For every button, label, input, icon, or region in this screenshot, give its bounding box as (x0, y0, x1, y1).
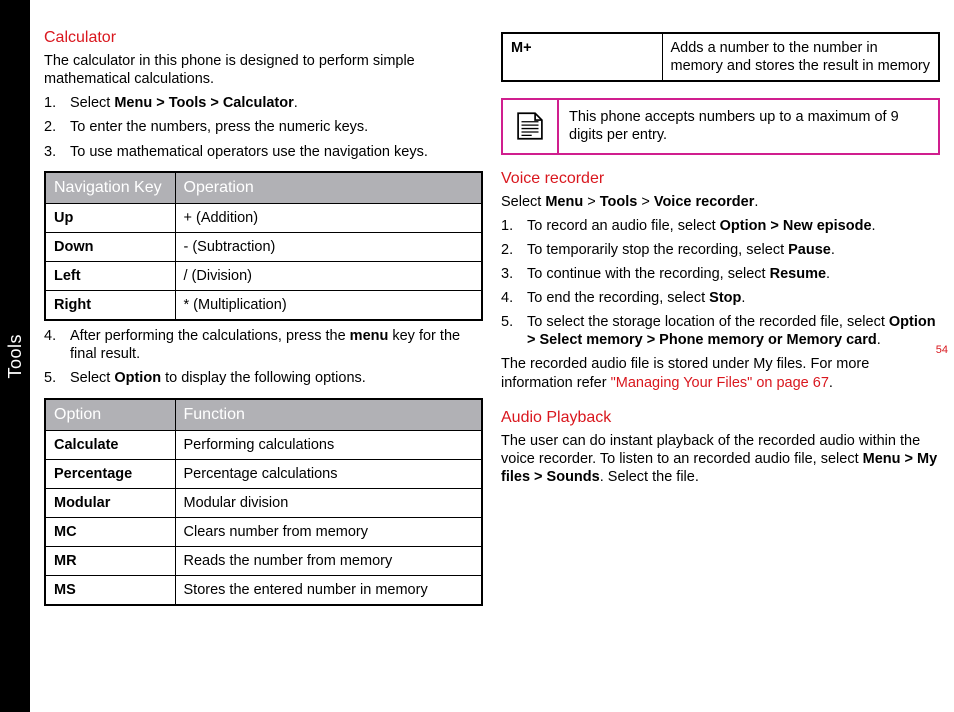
right-column: M+ Adds a number to the number in memory… (501, 28, 940, 612)
sidebar-label: Tools (4, 334, 27, 379)
table-row: MSStores the entered number in memory (45, 576, 482, 606)
step-text: To temporarily stop the recording, selec… (527, 241, 940, 259)
step-number: 5. (501, 313, 527, 349)
table-row: CalculatePerforming calculations (45, 430, 482, 459)
table-row: MCClears number from memory (45, 517, 482, 546)
table-row: M+ Adds a number to the number in memory… (502, 33, 939, 81)
voice-tail: The recorded audio file is stored under … (501, 355, 940, 391)
table-row: ModularModular division (45, 488, 482, 517)
step-text: To record an audio file, select Option >… (527, 217, 940, 235)
table-header: Option (45, 399, 175, 431)
section-title-audio-playback: Audio Playback (501, 408, 940, 428)
step-text: To select the storage location of the re… (527, 313, 940, 349)
step-number: 1. (501, 217, 527, 235)
step-number: 5. (44, 369, 70, 387)
page-content: Calculator The calculator in this phone … (30, 0, 954, 632)
table-row: PercentagePercentage calculations (45, 459, 482, 488)
voice-steps: 1. To record an audio file, select Optio… (501, 217, 940, 356)
table-row: Up+ (Addition) (45, 203, 482, 232)
sidebar-tab: Tools (0, 0, 30, 712)
table-header: Operation (175, 172, 482, 204)
table-row: Right* (Multiplication) (45, 291, 482, 321)
step-2: 2. To temporarily stop the recording, se… (501, 241, 940, 259)
step-text: Select Menu > Tools > Calculator. (70, 94, 483, 112)
step-number: 4. (44, 327, 70, 363)
option-function-table: Option Function CalculatePerforming calc… (44, 398, 483, 607)
voice-lead: Select Menu > Tools > Voice recorder. (501, 193, 940, 211)
step-3: 3. To use mathematical operators use the… (44, 143, 483, 161)
step-5: 5. Select Option to display the followin… (44, 369, 483, 387)
table-row: Left/ (Division) (45, 261, 482, 290)
left-column: Calculator The calculator in this phone … (44, 28, 483, 612)
step-number: 3. (44, 143, 70, 161)
step-4: 4. After performing the calculations, pr… (44, 327, 483, 363)
note-icon (503, 100, 559, 152)
calculator-steps-bottom: 4. After performing the calculations, pr… (44, 327, 483, 393)
audio-paragraph: The user can do instant playback of the … (501, 432, 940, 486)
cross-reference-link[interactable]: "Managing Your Files" on page 67 (611, 375, 829, 391)
note-text: This phone accepts numbers up to a maxim… (559, 100, 938, 152)
table-header: Function (175, 399, 482, 431)
document-icon (513, 111, 547, 141)
step-number: 2. (501, 241, 527, 259)
step-text: To continue with the recording, select R… (527, 265, 940, 283)
calculator-steps-top: 1. Select Menu > Tools > Calculator. 2. … (44, 94, 483, 166)
step-2: 2. To enter the numbers, press the numer… (44, 118, 483, 136)
step-text: To enter the numbers, press the numeric … (70, 118, 483, 136)
table-header: Navigation Key (45, 172, 175, 204)
note-box: This phone accepts numbers up to a maxim… (501, 98, 940, 154)
step-4: 4. To end the recording, select Stop. (501, 289, 940, 307)
step-5: 5. To select the storage location of the… (501, 313, 940, 349)
section-title-calculator: Calculator (44, 28, 483, 48)
step-text: After performing the calculations, press… (70, 327, 483, 363)
step-text: To use mathematical operators use the na… (70, 143, 483, 161)
step-3: 3. To continue with the recording, selec… (501, 265, 940, 283)
section-title-voice-recorder: Voice recorder (501, 169, 940, 189)
step-text: Select Option to display the following o… (70, 369, 483, 387)
step-text: To end the recording, select Stop. (527, 289, 940, 307)
step-number: 1. (44, 94, 70, 112)
table-row: Down- (Subtraction) (45, 232, 482, 261)
step-1: 1. To record an audio file, select Optio… (501, 217, 940, 235)
step-1: 1. Select Menu > Tools > Calculator. (44, 94, 483, 112)
mplus-table: M+ Adds a number to the number in memory… (501, 32, 940, 82)
navigation-key-table: Navigation Key Operation Up+ (Addition) … (44, 171, 483, 322)
step-number: 3. (501, 265, 527, 283)
step-number: 4. (501, 289, 527, 307)
table-row: MRReads the number from memory (45, 547, 482, 576)
calculator-intro: The calculator in this phone is designed… (44, 52, 483, 88)
step-number: 2. (44, 118, 70, 136)
